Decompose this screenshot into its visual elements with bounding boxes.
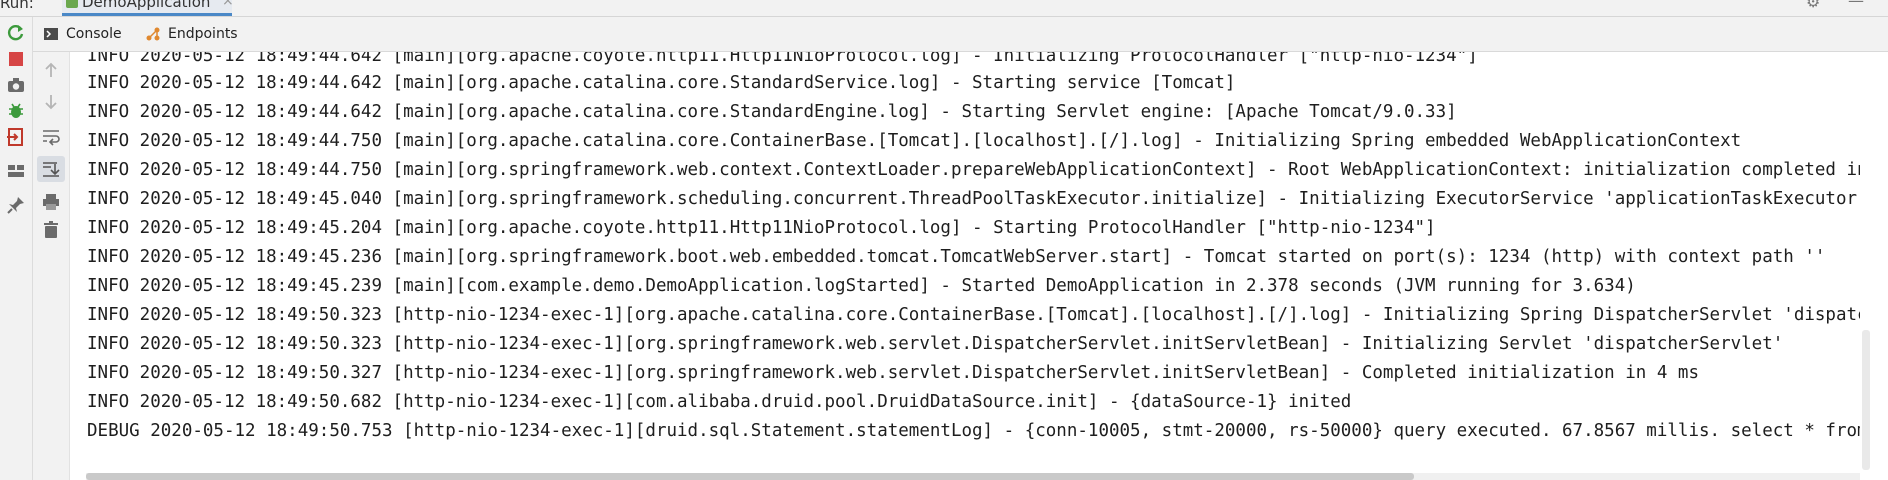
trash-icon[interactable] — [41, 220, 61, 240]
console-toolbar — [33, 52, 70, 480]
run-tab-label: DemoApplication — [82, 0, 211, 11]
exit-icon[interactable] — [6, 127, 26, 147]
log-line: INFO 2020-05-12 18:49:50.327 [http-nio-1… — [87, 363, 1699, 383]
console-tab-bar: Console Endpoints — [33, 17, 1888, 52]
soft-wrap-icon[interactable] — [41, 126, 61, 146]
run-config-tab[interactable]: DemoApplication × — [62, 0, 234, 16]
log-line: INFO 2020-05-12 18:49:50.682 [http-nio-1… — [87, 392, 1352, 412]
arrow-up-icon[interactable] — [41, 60, 61, 80]
close-icon[interactable]: × — [222, 0, 234, 9]
run-tool-window-header: Run: DemoApplication × ⚙ — — [0, 0, 1888, 17]
tab-console[interactable]: Console — [43, 17, 122, 51]
camera-icon[interactable] — [6, 75, 26, 95]
gear-icon[interactable]: ⚙ — [1806, 0, 1820, 11]
run-actions-toolbar — [0, 17, 33, 480]
horizontal-scrollbar-thumb[interactable] — [86, 473, 1414, 480]
arrow-down-icon[interactable] — [41, 92, 61, 112]
tab-endpoints[interactable]: Endpoints — [145, 17, 238, 51]
pin-icon[interactable] — [6, 195, 26, 215]
log-line: INFO 2020-05-12 18:49:45.204 [main][org.… — [87, 218, 1436, 238]
log-line: INFO 2020-05-12 18:49:45.236 [main][org.… — [87, 247, 1826, 267]
console-icon — [43, 26, 59, 42]
minimize-icon[interactable]: — — [1848, 0, 1864, 10]
stop-icon[interactable] — [6, 49, 26, 69]
log-line: INFO 2020-05-12 18:49:44.750 [main][org.… — [87, 131, 1742, 151]
debug-bug-icon[interactable] — [6, 101, 26, 121]
rerun-icon[interactable] — [6, 23, 26, 43]
print-icon[interactable] — [41, 192, 61, 212]
spring-boot-app-icon — [66, 0, 78, 8]
log-line: DEBUG 2020-05-12 18:49:50.753 [http-nio-… — [87, 421, 1860, 441]
scroll-to-end-icon[interactable] — [37, 156, 65, 182]
log-line: INFO 2020-05-12 18:49:45.040 [main][org.… — [87, 189, 1860, 209]
log-line: INFO 2020-05-12 18:49:44.750 [main][org.… — [87, 160, 1860, 180]
tab-console-label: Console — [66, 26, 122, 42]
endpoints-icon — [145, 26, 161, 42]
run-label: Run: — [0, 0, 34, 12]
tab-endpoints-label: Endpoints — [168, 26, 238, 42]
vertical-scrollbar[interactable] — [1862, 330, 1870, 470]
log-line: INFO 2020-05-12 18:49:45.239 [main][com.… — [87, 276, 1636, 296]
log-line: INFO 2020-05-12 18:49:44.642 [main][org.… — [87, 73, 1236, 93]
layout-icon[interactable] — [6, 161, 26, 181]
log-line: INFO 2020-05-12 18:49:44.642 [main][org.… — [87, 102, 1457, 122]
console-output[interactable]: INFO 2020-05-12 18:49:44.642 [main][org.… — [70, 52, 1860, 470]
log-line: INFO 2020-05-12 18:49:50.323 [http-nio-1… — [87, 334, 1784, 354]
log-line: INFO 2020-05-12 18:49:50.323 [http-nio-1… — [87, 305, 1860, 325]
